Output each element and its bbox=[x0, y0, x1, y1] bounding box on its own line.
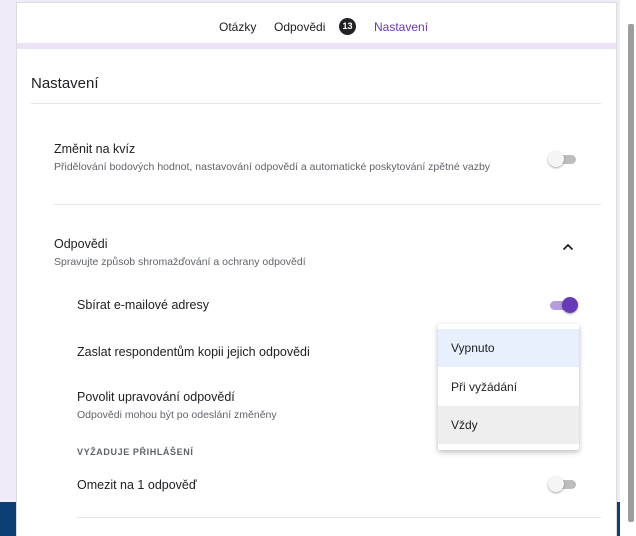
toggle-thumb bbox=[548, 476, 564, 492]
scrollbar-track[interactable] bbox=[620, 0, 636, 536]
send-copy-label: Zaslat respondentům kopii jejich odpověd… bbox=[77, 345, 310, 359]
tab-settings[interactable]: Nastavení bbox=[374, 19, 428, 35]
collect-emails-label: Sbírat e-mailové adresy bbox=[77, 298, 210, 312]
tab-bar: Otázky Odpovědi 13 Nastavení bbox=[17, 11, 616, 46]
allow-edit-description: Odpovědi mohou být po odeslání změněny bbox=[77, 409, 277, 421]
quiz-title: Změnit na kvíz bbox=[54, 142, 136, 156]
quiz-description: Přidělování bodových hodnot, nastavování… bbox=[54, 161, 491, 173]
header-accent-band bbox=[17, 43, 616, 49]
requires-signin-caption: VYŽADUJE PŘIHLÁŠENÍ bbox=[77, 447, 194, 457]
allow-edit-label: Povolit upravování odpovědí bbox=[77, 390, 235, 404]
limit-one-label: Omezit na 1 odpověď bbox=[77, 478, 197, 492]
responses-section-description: Spravujte způsob shromažďování a ochrany… bbox=[54, 256, 306, 268]
divider bbox=[54, 204, 601, 205]
quiz-toggle[interactable] bbox=[548, 151, 580, 167]
tab-questions[interactable]: Otázky bbox=[219, 19, 256, 35]
dropdown-option-on-request[interactable]: Při vyžádání bbox=[438, 368, 579, 406]
divider bbox=[77, 517, 601, 518]
responses-section-title: Odpovědi bbox=[54, 237, 108, 251]
tab-responses[interactable]: Odpovědi bbox=[274, 19, 325, 35]
divider bbox=[31, 103, 601, 104]
toggle-thumb bbox=[562, 297, 578, 313]
collect-emails-toggle[interactable] bbox=[546, 297, 578, 313]
responses-count-badge: 13 bbox=[339, 18, 356, 35]
dropdown-option-off[interactable]: Vypnuto bbox=[438, 329, 579, 367]
settings-card: Otázky Odpovědi 13 Nastavení Nastavení Z… bbox=[16, 2, 617, 536]
scrollbar-thumb[interactable] bbox=[628, 24, 634, 522]
toggle-thumb bbox=[548, 151, 564, 167]
send-copy-dropdown-menu[interactable]: Vypnuto Při vyžádání Vždy bbox=[438, 324, 579, 450]
dropdown-option-always[interactable]: Vždy bbox=[438, 406, 579, 444]
chevron-up-icon[interactable] bbox=[562, 241, 574, 253]
page-title: Nastavení bbox=[31, 75, 99, 92]
limit-one-toggle[interactable] bbox=[548, 476, 580, 492]
